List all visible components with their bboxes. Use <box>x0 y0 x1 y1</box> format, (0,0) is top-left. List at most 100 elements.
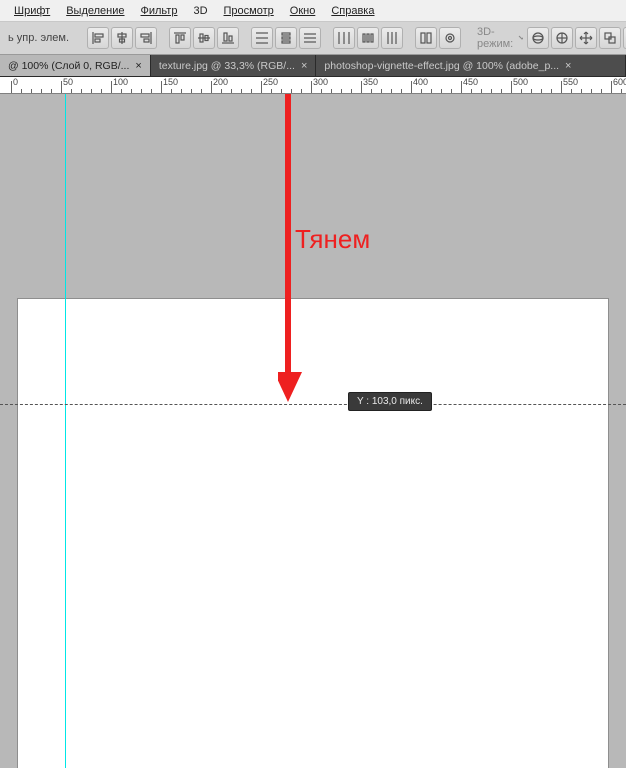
ruler-tick <box>51 89 52 93</box>
document-tab[interactable]: @ 100% (Слой 0, RGB/... × <box>0 55 151 76</box>
ruler-tick <box>11 81 12 93</box>
align-top-icon[interactable] <box>169 27 191 49</box>
ruler-tick <box>321 89 322 93</box>
distribute-vcenter-icon[interactable] <box>275 27 297 49</box>
ruler-tick-label: 200 <box>213 77 228 87</box>
ruler-tick <box>621 89 622 93</box>
align-vertical-group <box>169 27 239 49</box>
ruler-tick <box>541 89 542 93</box>
close-icon[interactable]: × <box>135 60 141 72</box>
ruler-tick <box>511 81 512 93</box>
align-left-icon[interactable] <box>87 27 109 49</box>
ruler-tick <box>341 89 342 93</box>
ruler-tick <box>121 89 122 93</box>
ruler-tick <box>561 81 562 93</box>
coordinate-tooltip: Y : 103,0 пикс. <box>348 392 432 411</box>
ruler-tick <box>391 89 392 93</box>
menu-selection[interactable]: Выделение <box>58 3 132 19</box>
document-tabs: @ 100% (Слой 0, RGB/... × texture.jpg @ … <box>0 55 626 77</box>
distribute-right-icon[interactable] <box>381 27 403 49</box>
ruler-tick <box>431 89 432 93</box>
canvas-document[interactable] <box>18 299 608 768</box>
distribute-hcenter-icon[interactable] <box>357 27 379 49</box>
orbit-icon[interactable] <box>527 27 549 49</box>
horizontal-guide-dragging[interactable] <box>0 404 626 405</box>
chevron-down-icon <box>518 35 524 41</box>
distribute-h-group <box>333 27 403 49</box>
ruler-tick <box>301 89 302 93</box>
ruler-tick-label: 450 <box>463 77 478 87</box>
document-tab[interactable]: photoshop-vignette-effect.jpg @ 100% (ad… <box>316 55 626 76</box>
distribute-v-group <box>251 27 321 49</box>
ruler-tick <box>131 89 132 93</box>
ruler-tick-label: 0 <box>13 77 18 87</box>
ruler-tick <box>151 89 152 93</box>
ruler-tick <box>311 81 312 93</box>
ruler-tick <box>461 81 462 93</box>
ruler-tick <box>161 81 162 93</box>
ruler-tick <box>421 89 422 93</box>
auto-align-group <box>415 27 461 49</box>
ruler-tick <box>211 81 212 93</box>
ruler-tick <box>381 89 382 93</box>
align-edges-group <box>87 27 157 49</box>
ruler-tick <box>441 89 442 93</box>
ruler-tick <box>111 81 112 93</box>
ruler-tick <box>591 89 592 93</box>
ruler-tick-label: 550 <box>563 77 578 87</box>
align-bottom-icon[interactable] <box>217 27 239 49</box>
gear-icon[interactable] <box>439 27 461 49</box>
distribute-bottom-icon[interactable] <box>299 27 321 49</box>
align-hcenter-icon[interactable] <box>111 27 133 49</box>
scale-3d-icon[interactable] <box>599 27 621 49</box>
ruler-tick <box>531 89 532 93</box>
ruler-tick <box>71 89 72 93</box>
menu-help[interactable]: Справка <box>323 3 382 19</box>
distribute-left-icon[interactable] <box>333 27 355 49</box>
pan-icon[interactable] <box>551 27 573 49</box>
ruler-tick <box>581 89 582 93</box>
mode-3d-group <box>527 27 626 49</box>
annotation-label: Тянем <box>295 224 370 255</box>
ruler-tick <box>91 89 92 93</box>
options-bar: ь упр. элем. 3D-режим: <box>0 22 626 55</box>
tab-label: photoshop-vignette-effect.jpg @ 100% (ad… <box>324 60 559 72</box>
ruler-tick <box>271 89 272 93</box>
ruler-tick <box>331 89 332 93</box>
move-3d-icon[interactable] <box>575 27 597 49</box>
ruler-tick <box>181 89 182 93</box>
options-partial-label: ь упр. элем. <box>2 32 75 44</box>
distribute-top-icon[interactable] <box>251 27 273 49</box>
ruler-tick-label: 500 <box>513 77 528 87</box>
menu-filter[interactable]: Фильтр <box>133 3 186 19</box>
ruler-tick <box>21 89 22 93</box>
ruler-tick <box>241 89 242 93</box>
document-tab[interactable]: texture.jpg @ 33,3% (RGB/... × <box>151 55 317 76</box>
ruler-tick <box>401 89 402 93</box>
close-icon[interactable]: × <box>565 60 571 72</box>
ruler-tick-label: 150 <box>163 77 178 87</box>
ruler-tick-label: 300 <box>313 77 328 87</box>
align-right-icon[interactable] <box>135 27 157 49</box>
vertical-guide[interactable] <box>65 94 66 768</box>
menu-font[interactable]: Шрифт <box>6 3 58 19</box>
ruler-tick-label: 600 <box>613 77 626 87</box>
ruler-tick <box>261 81 262 93</box>
ruler-tick <box>31 89 32 93</box>
ruler-tick <box>171 89 172 93</box>
auto-align-icon[interactable] <box>415 27 437 49</box>
ruler-tick <box>281 89 282 93</box>
mode-3d-label: 3D-режим: <box>473 26 527 50</box>
ruler-tick <box>611 81 612 93</box>
horizontal-ruler[interactable]: 050100150200250300350400450500550600 <box>0 77 626 94</box>
close-icon[interactable]: × <box>301 60 307 72</box>
ruler-tick <box>81 89 82 93</box>
menu-window[interactable]: Окно <box>282 3 324 19</box>
ruler-tick <box>221 89 222 93</box>
ruler-tick <box>351 89 352 93</box>
ruler-tick <box>251 89 252 93</box>
align-vcenter-icon[interactable] <box>193 27 215 49</box>
menu-view[interactable]: Просмотр <box>216 3 282 19</box>
menu-3d[interactable]: 3D <box>185 3 215 19</box>
workspace[interactable]: Y : 103,0 пикс. Тянем <box>0 94 626 768</box>
